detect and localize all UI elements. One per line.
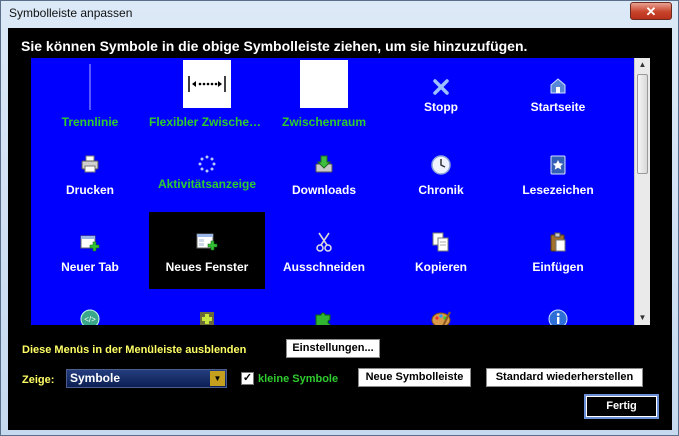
space-icon: [300, 60, 348, 108]
palette-item-paint[interactable]: [383, 289, 499, 325]
print-icon: [81, 155, 99, 178]
palette-item-cut[interactable]: Ausschneiden: [266, 212, 382, 289]
toolbar-palette: Trennlinie Flexibler Zwischenraum Zwisch…: [31, 58, 636, 325]
info-icon: [548, 309, 568, 325]
palette-item-label: Drucken: [65, 183, 115, 197]
home-icon: [549, 77, 567, 100]
palette-item-bookmarks[interactable]: Lesezeichen: [500, 135, 616, 212]
palette-item-label: Lesezeichen: [522, 183, 594, 197]
scroll-up-arrow-icon[interactable]: ▲: [635, 58, 650, 72]
stop-icon: [432, 78, 450, 101]
palette-item-separator[interactable]: Trennlinie: [32, 58, 148, 135]
palette-item-puzzle[interactable]: [266, 289, 382, 325]
window-title: Symbolleiste anpassen: [9, 6, 133, 20]
palette-item-downloads[interactable]: Downloads: [266, 135, 382, 212]
flexible-space-icon: [183, 60, 231, 108]
developer-icon: </>: [80, 309, 100, 325]
palette-item-label: Startseite: [530, 100, 586, 114]
palette-item-label: Neuer Tab: [61, 260, 119, 274]
puzzle-icon: [313, 309, 335, 325]
title-bar[interactable]: Symbolleiste anpassen ✕: [1, 1, 678, 27]
palette-item-copy[interactable]: Kopieren: [383, 212, 499, 289]
palette-item-activity[interactable]: Aktivitätsanzeige: [149, 135, 265, 212]
done-button[interactable]: Fertig: [586, 396, 657, 417]
palette-item-print[interactable]: Drucken: [32, 135, 148, 212]
palette-item-paste[interactable]: Einfügen: [500, 212, 616, 289]
palette-item-label: Neues Fenster: [165, 260, 249, 274]
palette-item-space[interactable]: Zwischenraum: [266, 58, 382, 135]
palette-item-stop[interactable]: Stopp: [383, 58, 499, 135]
small-icons-label[interactable]: kleine Symbole: [258, 373, 338, 385]
palette-item-flexible-space[interactable]: Flexibler Zwischenraum: [149, 58, 265, 135]
show-select-value: Symbole: [70, 371, 121, 385]
dropdown-arrow-icon[interactable]: ▼: [210, 371, 225, 386]
scrollbar-thumb[interactable]: [637, 74, 648, 174]
palette-item-label: Chronik: [418, 183, 464, 197]
palette-item-home[interactable]: Startseite: [500, 58, 616, 135]
downloads-icon: [315, 155, 333, 178]
new-toolbar-button[interactable]: Neue Symbolleiste: [357, 367, 472, 388]
bookmarks-icon: [549, 155, 567, 180]
dialog-content: Sie können Symbole in die obige Symbolle…: [8, 28, 672, 430]
palette-item-addons[interactable]: [149, 289, 265, 325]
restore-default-button[interactable]: Standard wiederherstellen: [485, 367, 644, 388]
palette-item-label: Downloads: [291, 183, 356, 197]
palette-item-history[interactable]: Chronik: [383, 135, 499, 212]
addons-icon: [197, 309, 217, 325]
separator-icon: [89, 64, 91, 110]
palette-item-new-window[interactable]: Neues Fenster: [149, 212, 265, 289]
new-window-icon: [196, 232, 218, 257]
palette-item-developer[interactable]: </>: [32, 289, 148, 325]
show-select[interactable]: Symbole ▼: [66, 369, 227, 388]
cut-icon: [315, 232, 333, 257]
throbber-icon: [198, 155, 216, 178]
palette-item-new-tab[interactable]: Neuer Tab: [32, 212, 148, 289]
small-icons-checkbox[interactable]: ✓: [241, 372, 254, 385]
palette-item-label: Flexibler Zwischenraum: [149, 115, 265, 129]
palette-item-info[interactable]: [500, 289, 616, 325]
svg-text:</>: </>: [84, 315, 96, 324]
palette-item-label: Stopp: [424, 100, 458, 114]
palette-item-label: Aktivitätsanzeige: [157, 177, 257, 191]
palette-scrollbar[interactable]: ▲ ▼: [634, 58, 650, 325]
customize-toolbar-dialog: Symbolleiste anpassen ✕ Sie können Symbo…: [0, 0, 679, 436]
palette-item-label: Kopieren: [414, 260, 467, 274]
menus-hide-label: Diese Menüs in der Menüleiste ausblenden: [22, 344, 247, 356]
palette-item-label: Einfügen: [532, 260, 584, 274]
palette-item-label: Zwischenraum: [281, 115, 367, 129]
settings-button[interactable]: Einstellungen...: [285, 338, 381, 359]
scroll-down-arrow-icon[interactable]: ▼: [635, 311, 650, 325]
palette-item-label: Trennlinie: [61, 115, 119, 129]
palette-item-label: Ausschneiden: [282, 260, 366, 274]
paint-icon: [430, 309, 452, 325]
new-tab-icon: [80, 232, 100, 257]
close-button[interactable]: ✕: [630, 2, 672, 20]
instruction-text: Sie können Symbole in die obige Symbolle…: [21, 38, 528, 54]
paste-icon: [549, 232, 567, 257]
history-icon: [431, 155, 451, 180]
copy-icon: [432, 232, 450, 257]
show-label: Zeige:: [22, 374, 55, 386]
